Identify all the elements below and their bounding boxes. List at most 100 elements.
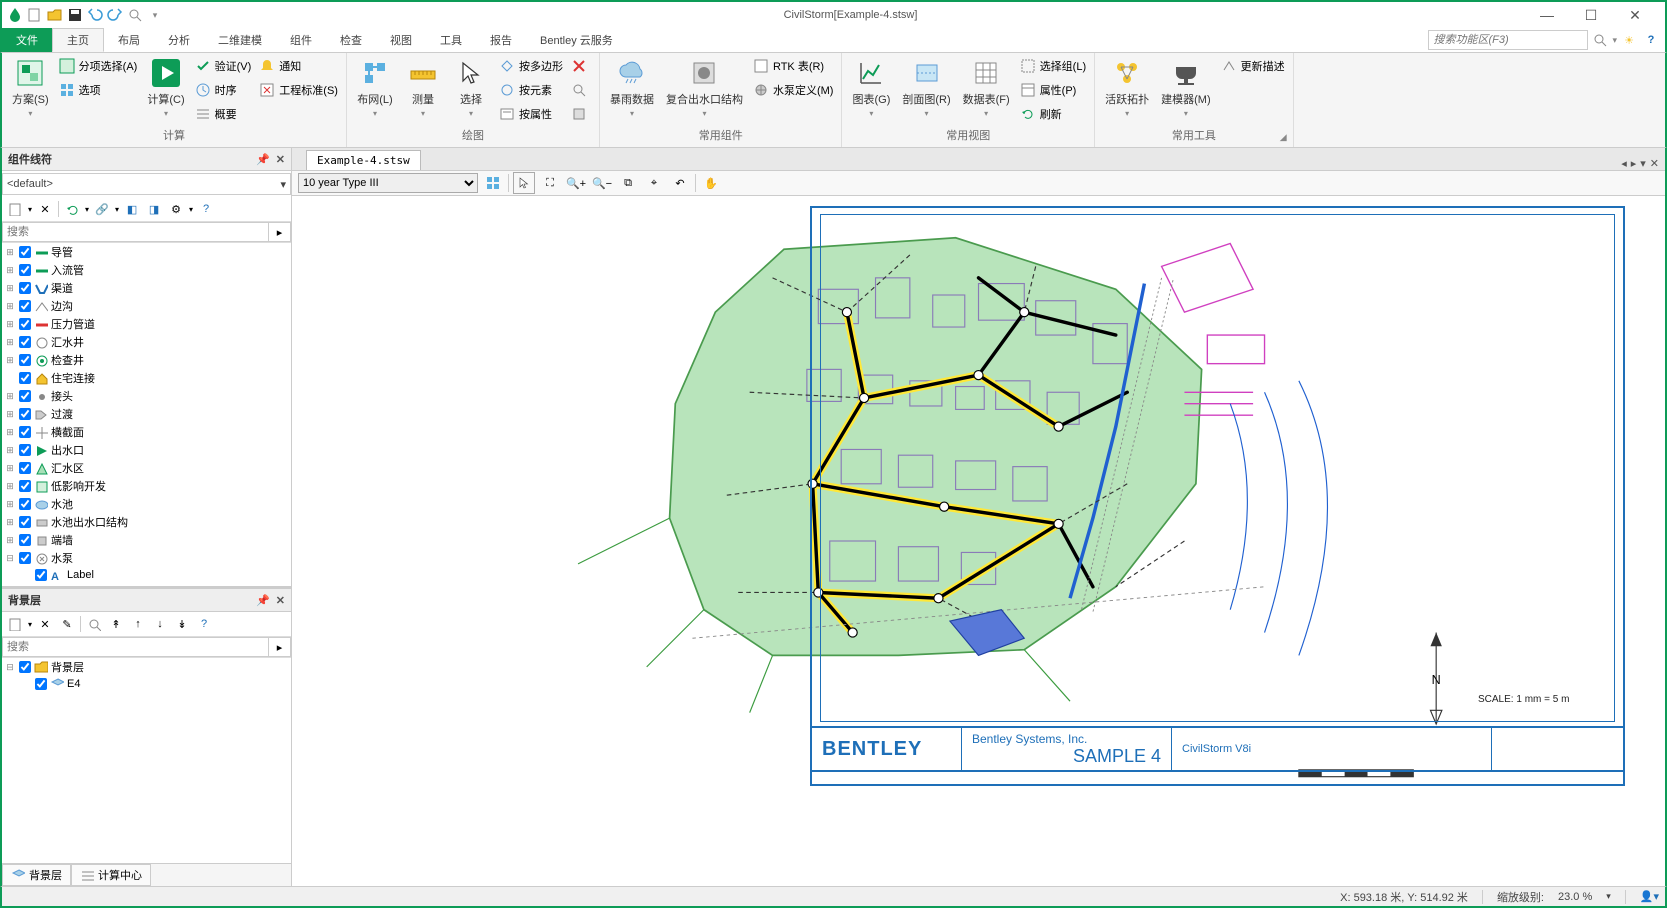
tree-expand-icon[interactable]: ⊞	[4, 391, 16, 402]
tree-checkbox[interactable]	[19, 336, 31, 348]
tree-checkbox[interactable]	[19, 246, 31, 258]
filter-icon[interactable]: ⚙	[167, 200, 185, 218]
pin-icon[interactable]: 📌	[256, 594, 270, 607]
tab-工具[interactable]: 工具	[426, 28, 476, 52]
delete-bg-icon[interactable]: ✕	[36, 615, 54, 633]
background-search-input[interactable]	[2, 637, 269, 657]
tree-expand-icon[interactable]: ⊞	[4, 517, 16, 528]
tree-expand-icon[interactable]: ⊟	[4, 662, 16, 673]
tree-checkbox[interactable]	[19, 661, 31, 673]
search-go-icon[interactable]: ▸	[269, 637, 291, 657]
file-tab[interactable]: 文件	[2, 28, 52, 52]
ribbon-search-input[interactable]	[1428, 30, 1588, 50]
tree-checkbox[interactable]	[19, 426, 31, 438]
tree-expand-icon[interactable]: ⊞	[4, 337, 16, 348]
select-group-button[interactable]: 选择组(L)	[1018, 55, 1088, 77]
by-attr-button[interactable]: 按属性	[497, 103, 565, 125]
qat-dropdown-icon[interactable]: ▾	[146, 6, 164, 24]
tree-expand-icon[interactable]: ⊞	[4, 283, 16, 294]
pan-icon[interactable]: ✋	[700, 172, 722, 194]
maximize-button[interactable]: ☐	[1581, 5, 1601, 25]
subselect-button[interactable]: 分项选择(A)	[57, 55, 140, 77]
help-tool-icon[interactable]: ?	[197, 200, 215, 218]
tree-row[interactable]: ⊞ 导管	[2, 243, 291, 261]
tab-background[interactable]: 背景层	[2, 864, 71, 886]
tree-row[interactable]: ⊞ 端墙	[2, 531, 291, 549]
new-icon[interactable]	[26, 6, 44, 24]
zoom-in-icon[interactable]: 🔍+	[565, 172, 587, 194]
background-panel-header[interactable]: 背景层 📌 ✕	[2, 589, 291, 612]
properties-button[interactable]: 属性(P)	[1018, 79, 1088, 101]
modeler-button[interactable]: 建模器(M) ▾	[1157, 55, 1215, 120]
zoom-window-icon[interactable]: ⧉	[617, 172, 639, 194]
rename-bg-icon[interactable]: ✎	[58, 615, 76, 633]
tree-checkbox[interactable]	[19, 480, 31, 492]
verify-button[interactable]: 验证(V)	[193, 55, 254, 77]
dn-bg-icon[interactable]: ↡	[173, 615, 191, 633]
tree-expand-icon[interactable]: ⊟	[4, 553, 16, 564]
pin-icon[interactable]: 📌	[256, 153, 270, 166]
zoom-prev-icon[interactable]: ↶	[669, 172, 691, 194]
tree-checkbox[interactable]	[19, 390, 31, 402]
minimize-button[interactable]: —	[1537, 5, 1557, 25]
background-tree[interactable]: ⊟ 背景层 E4	[2, 658, 291, 863]
tree-row[interactable]: ⊞ 检查井	[2, 351, 291, 369]
tree-checkbox[interactable]	[19, 498, 31, 510]
tree-checkbox[interactable]	[35, 569, 47, 581]
tree-row[interactable]: ⊞ 水池	[2, 495, 291, 513]
tab-报告[interactable]: 报告	[476, 28, 526, 52]
tips-icon[interactable]: ☀	[1621, 32, 1637, 48]
tree-expand-icon[interactable]: ⊞	[4, 499, 16, 510]
new-tool-icon[interactable]	[6, 200, 24, 218]
tree-checkbox[interactable]	[19, 282, 31, 294]
zoom-dropdown-icon[interactable]: ▾	[1606, 891, 1611, 902]
zoom-extents-icon[interactable]: ⛶	[539, 172, 561, 194]
tree-expand-icon[interactable]: ⊞	[4, 301, 16, 312]
zoom-out-icon[interactable]: 🔍−	[591, 172, 613, 194]
hierarchy-icon[interactable]: 🔗	[93, 200, 111, 218]
tree-expand-icon[interactable]: ⊞	[4, 247, 16, 258]
tool3-button[interactable]	[569, 103, 593, 125]
by-poly-button[interactable]: 按多边形	[497, 55, 565, 77]
move-down-icon[interactable]: ◨	[145, 200, 163, 218]
moveup-bg-icon[interactable]: ↑	[129, 615, 147, 633]
notify-button[interactable]: 通知	[257, 55, 340, 77]
find-button[interactable]	[569, 79, 593, 101]
measure-button[interactable]: 测量 ▾	[401, 55, 445, 120]
app-icon[interactable]	[6, 6, 24, 24]
tree-checkbox[interactable]	[19, 354, 31, 366]
close-icon[interactable]: ✕	[276, 153, 285, 166]
tree-expand-icon[interactable]: ⊞	[4, 409, 16, 420]
refresh-button[interactable]: 刷新	[1018, 103, 1088, 125]
tree-row[interactable]: ⊟ 水泵	[2, 549, 291, 567]
tree-row[interactable]: ⊞ 接头	[2, 387, 291, 405]
tab-分析[interactable]: 分析	[154, 28, 204, 52]
tab-组件[interactable]: 组件	[276, 28, 326, 52]
delete-tool-icon[interactable]: ✕	[36, 200, 54, 218]
tree-checkbox[interactable]	[19, 264, 31, 276]
new-bg-icon[interactable]	[6, 615, 24, 633]
tab-compute-center[interactable]: 计算中心	[71, 864, 151, 886]
pump-def-button[interactable]: 水泵定义(M)	[751, 79, 836, 101]
document-tab[interactable]: Example-4.stsw	[306, 150, 421, 170]
chart-button[interactable]: 图表(G) ▾	[848, 55, 894, 120]
search-icon[interactable]	[1592, 32, 1608, 48]
tree-row[interactable]: ⊟ 背景层	[2, 658, 291, 676]
tab-next-icon[interactable]: ▸	[1631, 157, 1637, 170]
tree-row[interactable]: ⊞ 过渡	[2, 405, 291, 423]
tree-row[interactable]: ⊞ 渠道	[2, 279, 291, 297]
scenario-icon[interactable]	[482, 172, 504, 194]
tab-prev-icon[interactable]: ◂	[1621, 157, 1627, 170]
redo-icon[interactable]	[106, 6, 124, 24]
tab-close-icon[interactable]: ✕	[1650, 157, 1659, 170]
tab-Bentley 云服务[interactable]: Bentley 云服务	[526, 28, 627, 52]
up-bg-icon[interactable]: ↟	[107, 615, 125, 633]
components-panel-header[interactable]: 组件线符 📌 ✕	[2, 148, 291, 171]
tab-主页[interactable]: 主页	[52, 28, 104, 52]
tree-row[interactable]: 住宅连接	[2, 369, 291, 387]
tree-expand-icon[interactable]: ⊞	[4, 481, 16, 492]
tab-list-icon[interactable]: ▾	[1640, 157, 1646, 170]
tree-checkbox[interactable]	[35, 678, 47, 690]
close-icon[interactable]: ✕	[276, 594, 285, 607]
tree-checkbox[interactable]	[19, 534, 31, 546]
